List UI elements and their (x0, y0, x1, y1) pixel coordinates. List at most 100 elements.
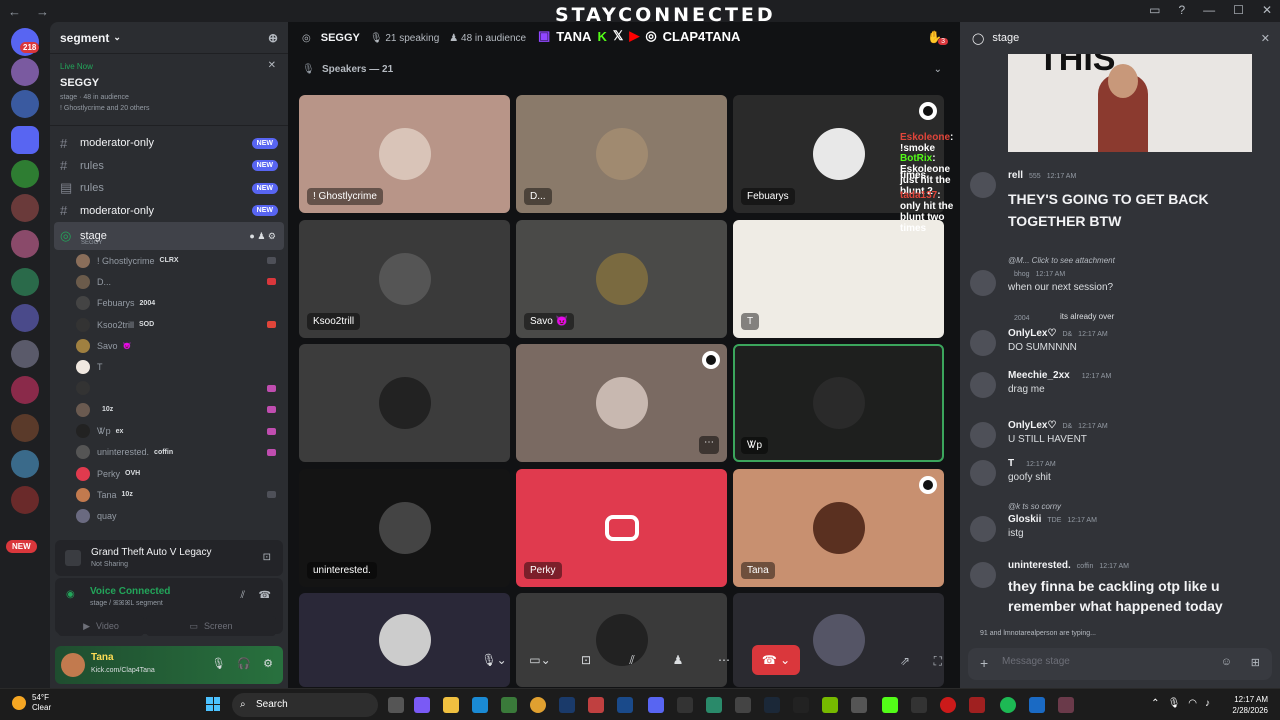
message-author[interactable]: Meechie_2xx 12:17 AM (1008, 370, 1111, 381)
speaker-tile[interactable]: T (733, 219, 944, 338)
live-now-card[interactable]: Live Now SEGGY stage · 48 in audience ! … (50, 54, 288, 126)
voice-member[interactable]: 10z (50, 399, 288, 420)
voice-member[interactable]: uninterested. coffin (50, 442, 288, 463)
close-button[interactable]: ✕ (1262, 3, 1272, 17)
speaker-tile[interactable]: Ꮤp (733, 344, 944, 462)
message-input[interactable] (1002, 656, 1202, 667)
popout-icon[interactable]: ⇗ (900, 654, 910, 668)
server-icon[interactable] (11, 340, 39, 368)
message-author[interactable]: 2004 (1008, 312, 1036, 323)
back-icon[interactable]: ← (8, 4, 28, 19)
server-icon[interactable] (11, 304, 39, 332)
fullscreen-icon[interactable]: ⛶ (934, 654, 942, 669)
photoshop-icon[interactable] (559, 697, 575, 713)
start-button[interactable] (206, 697, 220, 711)
inbox-icon[interactable]: ▭ (1149, 3, 1160, 17)
speaker-tile[interactable] (299, 344, 510, 462)
chevron-down-icon[interactable]: ⌄ (934, 64, 942, 75)
stage-actions[interactable]: ● ♟ ⚙ (249, 231, 276, 242)
taskbar-clock[interactable]: 12:17 AM 2/28/2026 (1232, 694, 1268, 716)
nvidia-icon[interactable] (822, 697, 838, 713)
app-icon[interactable] (1058, 697, 1074, 713)
copilot-icon[interactable] (414, 697, 430, 713)
voice-member[interactable]: ! Ghostlycrime CLRX (50, 250, 288, 271)
more-options-icon[interactable]: ⋯ (706, 647, 742, 673)
message-author[interactable]: rell 555 12:17 AM (1008, 170, 1076, 181)
forward-icon[interactable]: → (36, 4, 56, 19)
server-icon[interactable] (11, 194, 39, 222)
app-icon[interactable] (911, 697, 927, 713)
add-member-icon[interactable]: ⊕ (268, 31, 278, 45)
channel-stage[interactable]: ◎ stage SEGGY ● ♟ ⚙ (54, 222, 284, 250)
voice-member[interactable]: Ksoo2trill SOD (50, 314, 288, 335)
speaker-tile[interactable]: ⋯ (516, 344, 727, 462)
opera-icon[interactable] (940, 697, 956, 713)
channel-moderator-only[interactable]: # moderator-only NEW (50, 132, 288, 155)
invite-button[interactable]: ♟ (660, 647, 696, 673)
reply-preview[interactable]: @M... Click to see attachment (1008, 256, 1115, 265)
voice-member[interactable]: T (50, 356, 288, 377)
server-icon-active[interactable] (11, 126, 39, 154)
voice-status[interactable]: Voice Connected (90, 586, 170, 597)
game-activity[interactable]: Grand Theft Auto V Legacy Not Sharing ⊡ (55, 540, 283, 576)
voice-member[interactable] (50, 378, 288, 399)
voice-member[interactable]: Perky OVH (50, 463, 288, 484)
app-icon[interactable] (501, 697, 517, 713)
help-icon[interactable]: ? (1178, 3, 1185, 17)
add-attachment-icon[interactable]: + (980, 655, 988, 671)
reply-preview[interactable]: @k ts so corny (1008, 502, 1061, 511)
speaker-tile[interactable]: Tana (733, 468, 944, 587)
message-author[interactable]: OnlyLex♡ D& 12:17 AM (1008, 328, 1108, 339)
app-icon[interactable] (882, 697, 898, 713)
video-button[interactable]: ▶ Video (58, 616, 144, 636)
avatar[interactable] (970, 422, 996, 448)
avatar[interactable] (970, 516, 996, 542)
app-icon[interactable] (1029, 697, 1045, 713)
server-icon[interactable] (11, 90, 39, 118)
screen-button[interactable]: ▭ Screen (146, 616, 276, 636)
app-icon[interactable] (617, 697, 633, 713)
screen-share-button[interactable]: ⊡ (568, 647, 604, 673)
maximize-button[interactable]: ☐ (1233, 3, 1244, 17)
message-author[interactable]: uninterested. coffin 12:17 AM (1008, 560, 1129, 571)
close-icon[interactable]: ✕ (268, 60, 276, 71)
server-icon[interactable] (11, 268, 39, 296)
camera-toggle[interactable]: ▭⌄ (522, 647, 558, 673)
speaker-tile[interactable]: Savo 😈 (516, 219, 727, 338)
message-author[interactable]: T 12:17 AM (1008, 458, 1056, 469)
wifi-icon[interactable]: ◠ (1188, 698, 1197, 709)
taskbar-search[interactable]: ⌕ Search (232, 693, 378, 717)
message-author[interactable]: bhog 12:17 AM (1008, 268, 1065, 279)
microphone-icon[interactable]: 🎙 (1168, 698, 1181, 709)
more-options-icon[interactable]: ⋯ (699, 436, 719, 454)
server-icon[interactable] (11, 376, 39, 404)
avatar[interactable] (970, 460, 996, 486)
app-icon[interactable] (677, 697, 693, 713)
message-author[interactable]: Gloskii TDE 12:17 AM (1008, 514, 1097, 525)
server-icon[interactable] (11, 486, 39, 514)
avatar[interactable] (970, 172, 996, 198)
file-explorer-icon[interactable] (443, 697, 459, 713)
spotify-icon[interactable] (1000, 697, 1016, 713)
gear-icon[interactable]: ⚙ (263, 657, 273, 670)
steam-icon[interactable] (764, 697, 780, 713)
speaker-tile[interactable]: ! Ghostlycrime (299, 95, 510, 213)
noise-suppression-icon[interactable]: ⫽ (241, 590, 245, 601)
settings-icon[interactable] (851, 697, 867, 713)
avatar[interactable] (61, 653, 85, 677)
voice-member[interactable]: quay (50, 506, 288, 527)
minimize-button[interactable]: — (1203, 3, 1215, 17)
app-icon[interactable] (969, 697, 985, 713)
leave-stage-button[interactable]: ☎ ⌄ (752, 645, 800, 675)
apps-icon[interactable]: ⊞ (1251, 656, 1260, 669)
chevron-up-icon[interactable]: ⌃ (1151, 698, 1159, 709)
microphone-toggle[interactable]: 🎙⌄ (476, 647, 512, 673)
voice-member[interactable]: D... (50, 271, 288, 292)
server-icon[interactable] (11, 414, 39, 442)
channel-rules[interactable]: ▤ rules NEW (50, 177, 288, 200)
close-icon[interactable]: ✕ (1261, 32, 1270, 45)
epic-games-icon[interactable] (793, 697, 809, 713)
voice-member[interactable]: Ꮤp ex (50, 420, 288, 441)
speaker-tile[interactable]: Perky (516, 468, 727, 587)
avatar[interactable] (970, 372, 996, 398)
